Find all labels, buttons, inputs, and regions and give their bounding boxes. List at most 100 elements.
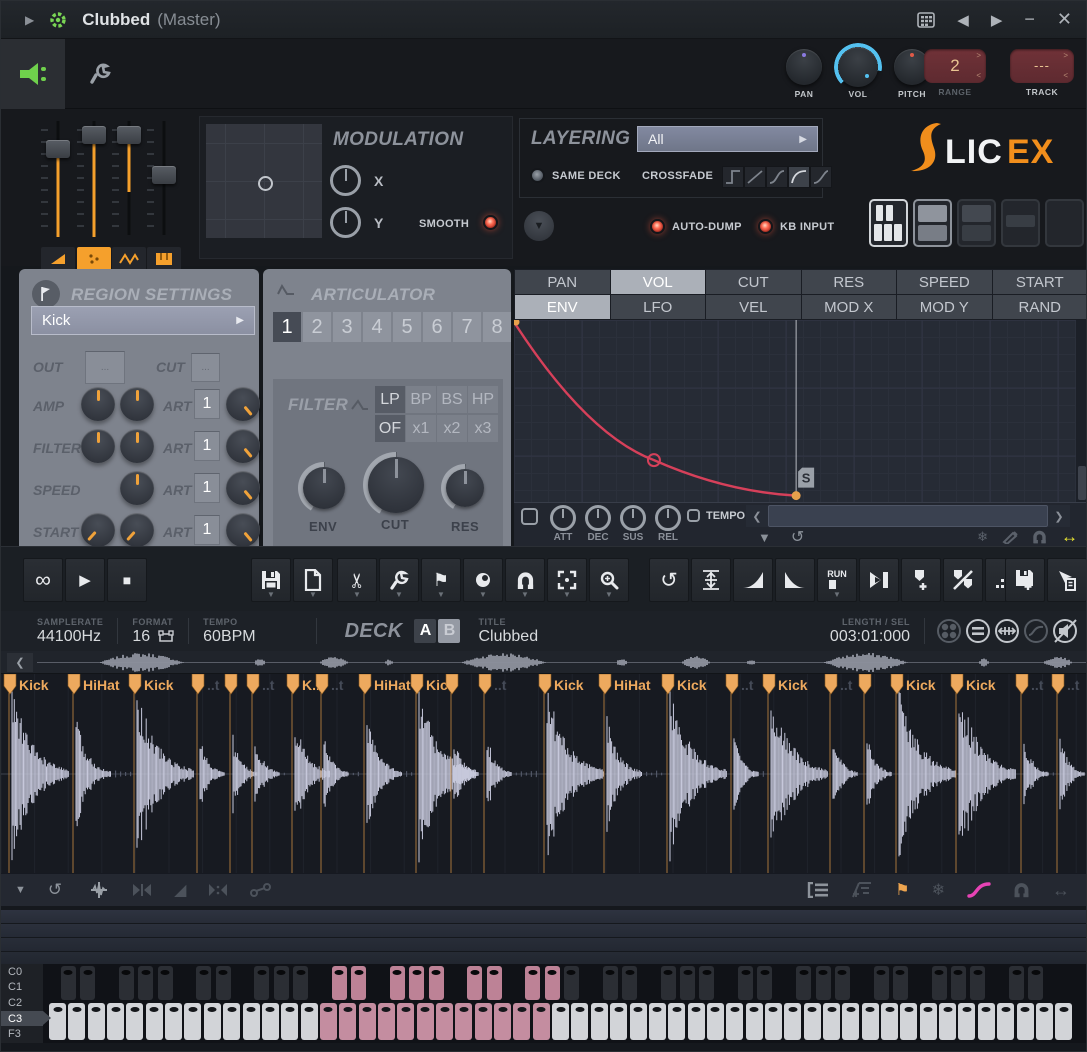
black-key-4[interactable] (138, 966, 153, 1000)
white-key-31[interactable] (649, 1003, 666, 1040)
white-key-22[interactable] (475, 1003, 492, 1040)
filter-res-knob[interactable] (441, 464, 489, 512)
white-key-0[interactable] (49, 1003, 66, 1040)
freeze-icon[interactable]: ❄ (977, 529, 988, 545)
plugin-gear-icon[interactable] (48, 10, 68, 30)
white-key-37[interactable] (765, 1003, 782, 1040)
articulator-slot-4[interactable]: 4 (363, 312, 391, 342)
snap-button[interactable]: ▼ (505, 558, 545, 602)
black-key-29[interactable] (622, 966, 637, 1000)
filter-knob-2[interactable] (120, 429, 154, 463)
white-key-1[interactable] (68, 1003, 85, 1040)
amp-art-value[interactable]: 1 (194, 389, 220, 419)
deck-a-button[interactable]: A (414, 619, 436, 643)
white-key-16[interactable] (359, 1003, 376, 1040)
speed-art-value[interactable]: 1 (194, 473, 220, 503)
loop-button[interactable]: ∞ (23, 558, 63, 602)
slide-tool-icon[interactable] (1002, 530, 1018, 544)
envelope-tab-pan[interactable]: PAN (515, 270, 610, 294)
black-key-21[interactable] (467, 966, 482, 1000)
tempo-value[interactable]: 60BPM (203, 628, 255, 646)
filter-type-bp[interactable]: BP (406, 386, 436, 413)
white-key-48[interactable] (978, 1003, 995, 1040)
white-key-13[interactable] (301, 1003, 318, 1040)
samplerate-value[interactable]: 44100Hz (37, 628, 103, 646)
speed-knob-1[interactable] (120, 471, 154, 505)
kb-input-led[interactable] (758, 219, 773, 234)
stretch-mode-icon[interactable] (994, 618, 1020, 644)
scroll-left-icon[interactable]: ❮ (746, 505, 768, 527)
cut-value-box[interactable]: ... (191, 353, 220, 382)
start-art-knob[interactable] (226, 513, 260, 547)
layout-button-dual[interactable] (957, 199, 996, 247)
articulator-slot-8[interactable]: 8 (483, 312, 511, 342)
white-key-14[interactable] (320, 1003, 337, 1040)
link-icon[interactable] (250, 883, 272, 897)
crossfade-wave-icon[interactable] (88, 881, 110, 899)
articulator-slot-6[interactable]: 6 (423, 312, 451, 342)
black-key-8[interactable] (216, 966, 231, 1000)
envelope-tab-mod-y[interactable]: MOD Y (897, 295, 992, 319)
level-slider-4[interactable] (147, 119, 181, 237)
dropdown-caret-icon[interactable]: ▼ (353, 590, 361, 599)
waveform-overview-strip[interactable]: ❮ (1, 651, 1087, 674)
save-button[interactable]: ▼ (251, 558, 291, 602)
detailed-view-icon[interactable] (917, 12, 935, 28)
slider-thumb[interactable] (117, 126, 141, 144)
white-key-21[interactable] (455, 1003, 472, 1040)
white-key-29[interactable] (610, 1003, 627, 1040)
stop-button[interactable]: ■ (107, 558, 147, 602)
save-as-button[interactable] (1005, 558, 1045, 602)
track-spinner-arrows[interactable]: ˃˂ (1063, 52, 1069, 80)
waveform-display[interactable]: KickHiHatKick..t..tK....tHiHatKick..tKic… (1, 674, 1087, 873)
scroll-right-icon[interactable]: ❯ (1048, 505, 1070, 527)
envelope-tab-speed[interactable]: SPEED (897, 270, 992, 294)
envelope-graph[interactable]: S (514, 320, 1076, 502)
white-key-20[interactable] (436, 1003, 453, 1040)
dropdown-caret-icon[interactable]: ▼ (309, 590, 317, 599)
crossfade-shape-3[interactable] (766, 166, 788, 188)
envelope-tab-env[interactable]: ENV (515, 295, 610, 319)
white-key-9[interactable] (223, 1003, 240, 1040)
region-list-icon[interactable] (807, 882, 829, 898)
filter-knob-1[interactable] (81, 429, 115, 463)
view-button[interactable]: ▼ (463, 558, 503, 602)
black-key-17[interactable] (390, 966, 405, 1000)
filter-type-bs[interactable]: BS (437, 386, 467, 413)
scrollbar-handle[interactable] (768, 505, 1048, 527)
tempo-checkbox[interactable] (687, 509, 700, 522)
articulator-slot-2[interactable]: 2 (303, 312, 331, 342)
envelope-tab-start[interactable]: START (993, 270, 1087, 294)
envelope-tab-res[interactable]: RES (802, 270, 897, 294)
white-key-19[interactable] (417, 1003, 434, 1040)
white-key-38[interactable] (784, 1003, 801, 1040)
amp-art-knob[interactable] (226, 387, 260, 421)
level-slider-2[interactable] (77, 119, 111, 237)
trim-center-icon[interactable] (208, 883, 228, 897)
black-key-45[interactable] (932, 966, 947, 1000)
black-key-12[interactable] (293, 966, 308, 1000)
filter-type-hp[interactable]: HP (468, 386, 498, 413)
disk-streaming-icon[interactable] (936, 618, 962, 644)
prev-preset-icon[interactable]: ◀ (957, 11, 969, 29)
pan-knob[interactable] (786, 49, 822, 85)
layout-button-split[interactable] (913, 199, 952, 247)
black-key-10[interactable] (254, 966, 269, 1000)
filter-mode-of[interactable]: OF (375, 415, 405, 442)
black-key-31[interactable] (661, 966, 676, 1000)
black-key-18[interactable] (409, 966, 424, 1000)
white-key-42[interactable] (862, 1003, 879, 1040)
black-key-19[interactable] (429, 966, 444, 1000)
black-key-43[interactable] (893, 966, 908, 1000)
envelope-tab-vel[interactable]: VEL (706, 295, 801, 319)
level-slider-3[interactable] (112, 119, 146, 237)
layering-target-dropdown[interactable]: All ▶ (637, 126, 818, 152)
deck-b-button[interactable]: B (438, 619, 460, 643)
reverse-button[interactable]: ↺ (649, 558, 689, 602)
black-key-49[interactable] (1009, 966, 1024, 1000)
articulator-slot-7[interactable]: 7 (453, 312, 481, 342)
white-key-40[interactable] (823, 1003, 840, 1040)
white-key-3[interactable] (107, 1003, 124, 1040)
wave-snap-magnet-icon[interactable] (1013, 882, 1030, 898)
mod-x-knob[interactable] (330, 165, 361, 196)
